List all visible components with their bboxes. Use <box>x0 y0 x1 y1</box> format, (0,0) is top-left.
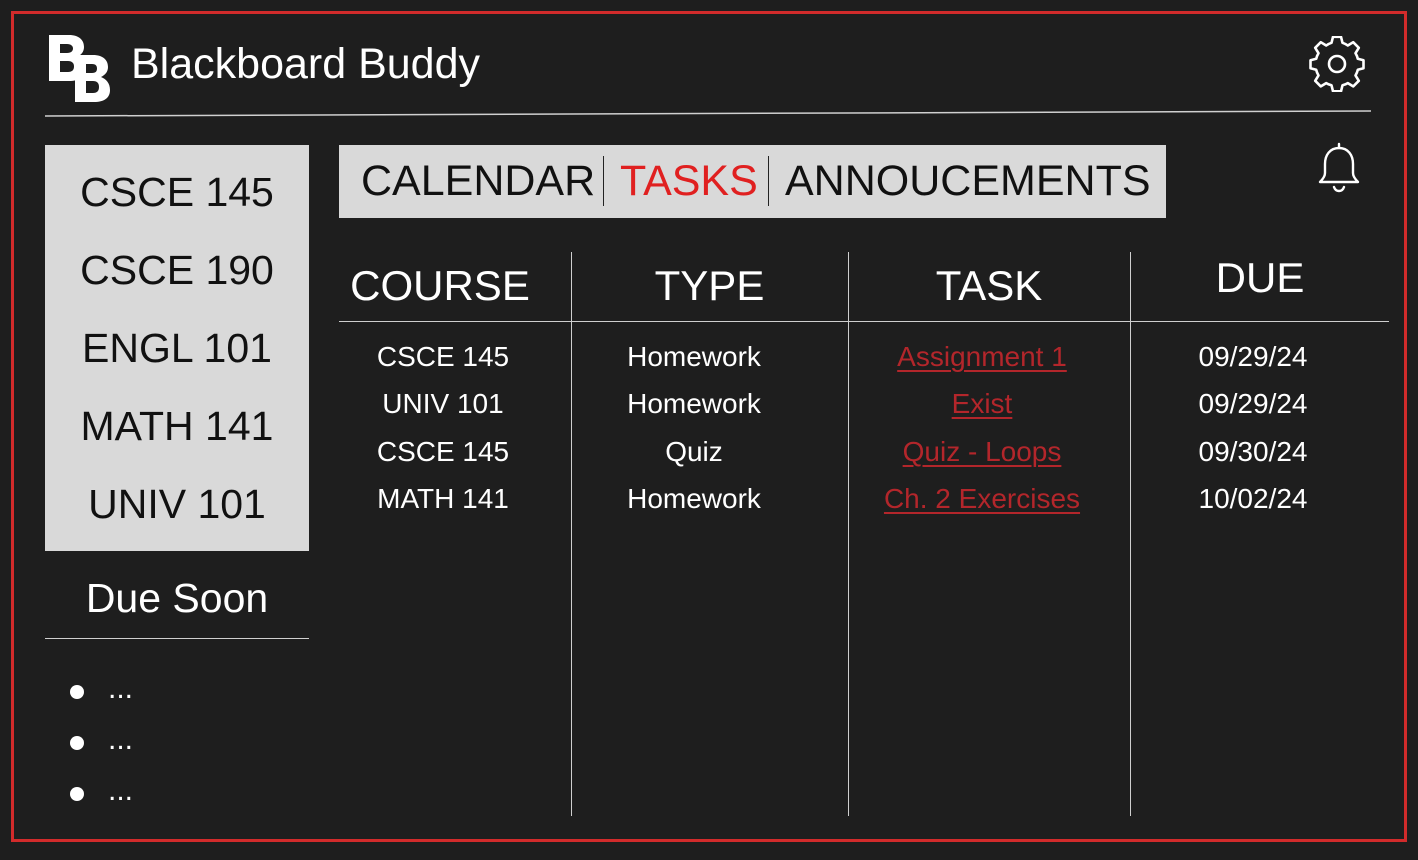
cell-course: CSCE 145 <box>376 341 510 372</box>
bb-logo <box>49 35 110 102</box>
gear-icon[interactable] <box>1309 36 1365 92</box>
table-column-divider <box>1130 252 1131 816</box>
due-soon-divider <box>45 638 309 639</box>
cell-course: UNIV 101 <box>382 388 504 419</box>
due-soon-item-text: ... <box>108 723 134 756</box>
course-item-math-141[interactable]: MATH 141 <box>45 403 309 449</box>
cell-type: Homework <box>627 388 761 419</box>
course-item-univ-101[interactable]: UNIV 101 <box>45 481 309 527</box>
table-column-divider <box>848 252 849 816</box>
due-soon-item-text: ... <box>108 672 134 705</box>
column-header-course: COURSE <box>350 262 530 309</box>
table-header-divider <box>339 321 1389 322</box>
course-list: CSCE 145 CSCE 190 ENGL 101 MATH 141 UNIV… <box>45 145 309 551</box>
bullet-icon <box>70 736 84 750</box>
bell-icon[interactable] <box>1316 140 1362 194</box>
due-soon-item-text: ... <box>108 774 134 807</box>
course-item-engl-101[interactable]: ENGL 101 <box>45 325 309 371</box>
cell-due: 10/02/24 <box>1198 483 1308 514</box>
column-header-due: DUE <box>1215 254 1305 301</box>
bullet-icon <box>70 787 84 801</box>
cell-due: 09/29/24 <box>1198 341 1308 372</box>
tab-separator <box>603 156 604 206</box>
cell-type: Homework <box>627 483 761 514</box>
cell-due: 09/30/24 <box>1198 436 1308 467</box>
cell-due: 09/29/24 <box>1198 388 1308 419</box>
due-soon-heading: Due Soon <box>85 575 269 621</box>
tab-separator <box>768 156 769 206</box>
task-link[interactable]: Exist <box>952 388 1013 419</box>
column-header-type: TYPE <box>654 262 765 309</box>
cell-course: CSCE 145 <box>376 436 510 467</box>
cell-type: Quiz <box>665 436 723 467</box>
tab-announcements[interactable]: ANNOUCEMENTS <box>785 157 1151 205</box>
bullet-icon <box>70 685 84 699</box>
column-header-task: TASK <box>935 262 1043 309</box>
task-link[interactable]: Ch. 2 Exercises <box>884 483 1080 514</box>
tab-tasks[interactable]: TASKS <box>620 157 758 205</box>
cell-course: MATH 141 <box>377 483 509 514</box>
table-column-divider <box>571 252 572 816</box>
task-link[interactable]: Quiz - Loops <box>903 436 1062 467</box>
course-item-csce-145[interactable]: CSCE 145 <box>45 169 309 215</box>
tab-calendar[interactable]: CALENDAR <box>361 157 595 205</box>
app-title: Blackboard Buddy <box>131 40 480 88</box>
task-link[interactable]: Assignment 1 <box>897 341 1067 372</box>
cell-type: Homework <box>627 341 761 372</box>
tab-bar: CALENDAR TASKS ANNOUCEMENTS <box>339 145 1166 218</box>
header-divider <box>45 110 1371 117</box>
course-item-csce-190[interactable]: CSCE 190 <box>45 247 309 293</box>
